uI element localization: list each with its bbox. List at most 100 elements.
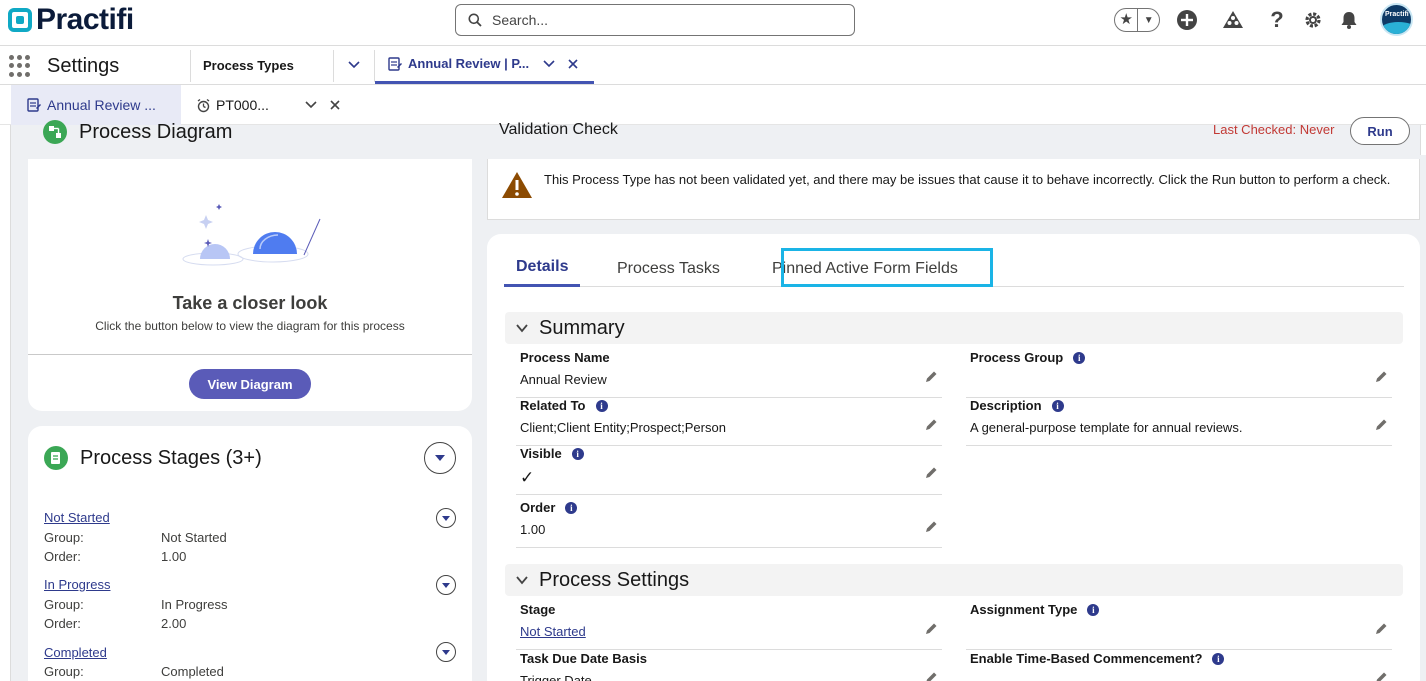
field-process-name: Process Name Annual Review — [516, 350, 942, 398]
global-search[interactable] — [455, 4, 855, 36]
validation-warning: This Process Type has not been validated… — [487, 159, 1420, 220]
alarm-clock-icon — [197, 98, 210, 112]
edit-pencil-icon[interactable] — [1374, 622, 1388, 636]
process-diagram-card: Take a closer look Click the button belo… — [28, 159, 472, 411]
section-process-settings-header[interactable]: Process Settings — [505, 564, 1403, 596]
close-tab-icon[interactable] — [568, 58, 578, 69]
stages-menu-chevron-icon[interactable] — [424, 442, 456, 474]
notifications-bell-icon[interactable] — [1337, 8, 1361, 32]
edit-pencil-icon[interactable] — [924, 622, 938, 636]
section-summary-header[interactable]: Summary — [505, 312, 1403, 344]
info-icon[interactable]: i — [571, 447, 584, 460]
info-icon[interactable]: i — [1087, 603, 1100, 616]
favorites-chevron-icon[interactable]: ▼ — [1138, 15, 1159, 26]
field-enable-time-based-commencement: Enable Time-Based Commencement? i — [966, 651, 1392, 681]
process-types-menu-chevron-icon[interactable] — [340, 46, 368, 84]
stage-group-label: Group: — [44, 664, 84, 679]
nav-tab-annual-review[interactable]: Annual Review | P... — [375, 46, 594, 84]
run-validation-button[interactable]: Run — [1350, 117, 1410, 145]
app-nav-bar: Settings Process Types Annual Review | P… — [0, 46, 1426, 85]
field-description: Description i A general-purpose template … — [966, 398, 1392, 446]
help-icon[interactable]: ? — [1265, 7, 1289, 32]
stage-order-label: Order: — [44, 616, 81, 631]
stage-group-value: Completed — [161, 664, 224, 679]
field-process-group: Process Group i — [966, 350, 1392, 398]
stage-actions-chevron-icon[interactable] — [436, 575, 456, 595]
global-add-icon[interactable] — [1175, 8, 1199, 32]
stage-group-value: In Progress — [161, 597, 228, 612]
field-assignment-type: Assignment Type i — [966, 602, 1392, 650]
field-label: Description i — [970, 398, 1064, 413]
stage-order-value: 2.00 — [161, 616, 187, 631]
field-value: A general-purpose template for annual re… — [970, 420, 1243, 435]
stage-actions-chevron-icon[interactable] — [436, 642, 456, 662]
logo-mark-icon — [8, 8, 32, 32]
field-value: 1.00 — [520, 522, 546, 537]
view-diagram-button[interactable]: View Diagram — [189, 369, 311, 399]
app-launcher-icon[interactable] — [9, 55, 31, 77]
info-icon[interactable]: i — [595, 399, 608, 412]
search-input[interactable] — [492, 12, 832, 28]
edit-pencil-icon[interactable] — [1374, 370, 1388, 384]
info-icon[interactable]: i — [1212, 652, 1225, 665]
section-process-settings-title: Process Settings — [539, 568, 690, 591]
edit-pencil-icon[interactable] — [924, 466, 938, 480]
stage-link-not-started[interactable]: Not Started — [44, 510, 110, 525]
stage-value-link[interactable]: Not Started — [520, 624, 586, 639]
subtab-label: Annual Review ... — [47, 97, 156, 113]
tab-details[interactable]: Details — [504, 250, 581, 287]
nav-tab-label: Process Types — [203, 57, 294, 73]
process-stages-header: Process Stages (3+) — [44, 446, 262, 470]
process-stages-title: Process Stages (3+) — [80, 446, 262, 469]
tab-highlight-box — [781, 248, 993, 287]
trailhead-icon[interactable] — [1221, 8, 1245, 32]
favorites-group: ★ ▼ — [1114, 8, 1160, 32]
subtab-pt000[interactable]: PT000... — [196, 85, 340, 125]
stage-actions-chevron-icon[interactable] — [436, 508, 456, 528]
process-type-icon — [27, 98, 41, 112]
field-order: Order i 1.00 — [516, 500, 942, 548]
field-stage: Stage Not Started — [516, 602, 942, 650]
favorite-star-icon[interactable]: ★ — [1115, 9, 1139, 31]
process-diagram-title: Process Diagram — [79, 120, 233, 143]
info-icon[interactable]: i — [1073, 351, 1086, 364]
nav-divider — [190, 50, 191, 82]
closer-look-title: Take a closer look — [172, 293, 328, 313]
field-value: Client;Client Entity;Prospect;Person — [520, 420, 726, 435]
info-icon[interactable]: i — [1051, 399, 1064, 412]
info-icon[interactable]: i — [565, 501, 578, 514]
edit-pencil-icon[interactable] — [924, 671, 938, 681]
edit-pencil-icon[interactable] — [924, 370, 938, 384]
stage-group-value: Not Started — [161, 530, 227, 545]
nav-divider — [333, 50, 334, 82]
global-header: Practifi ★ ▼ ? Practifi — [0, 0, 1426, 46]
app-name: Settings — [47, 55, 120, 77]
field-related-to: Related To i Client;Client Entity;Prospec… — [516, 398, 942, 446]
field-label: Assignment Type i — [970, 602, 1100, 617]
tab-menu-chevron-icon[interactable] — [543, 59, 555, 68]
stage-link-completed[interactable]: Completed — [44, 645, 107, 660]
field-visible: Visible i ✓ — [516, 446, 942, 495]
user-avatar[interactable]: Practifi — [1380, 3, 1413, 36]
nav-tab-process-types[interactable]: Process Types — [203, 46, 333, 84]
visible-checkmark-icon: ✓ — [520, 468, 535, 487]
field-label: Stage — [520, 602, 556, 617]
stage-group-label: Group: — [44, 597, 84, 612]
edit-pencil-icon[interactable] — [924, 520, 938, 534]
close-subtab-icon[interactable] — [330, 100, 340, 110]
edit-pencil-icon[interactable] — [1374, 418, 1388, 432]
field-label: Related To i — [520, 398, 608, 413]
edit-pencil-icon[interactable] — [924, 418, 938, 432]
setup-gear-icon[interactable] — [1301, 8, 1325, 32]
stage-link-in-progress[interactable]: In Progress — [44, 577, 110, 592]
practifi-logo[interactable]: Practifi — [8, 3, 134, 36]
avatar-wave-icon — [1382, 22, 1411, 34]
edit-pencil-icon[interactable] — [1374, 671, 1388, 681]
closer-look-subtitle: Click the button below to view the diagr… — [95, 319, 405, 333]
subtab-menu-chevron-icon[interactable] — [305, 101, 317, 109]
subtab-annual-review[interactable]: Annual Review ... — [11, 85, 181, 125]
tab-process-tasks[interactable]: Process Tasks — [617, 250, 720, 287]
field-label: Enable Time-Based Commencement? i — [970, 651, 1225, 666]
stage-order-label: Order: — [44, 549, 81, 564]
process-type-icon — [388, 56, 402, 71]
